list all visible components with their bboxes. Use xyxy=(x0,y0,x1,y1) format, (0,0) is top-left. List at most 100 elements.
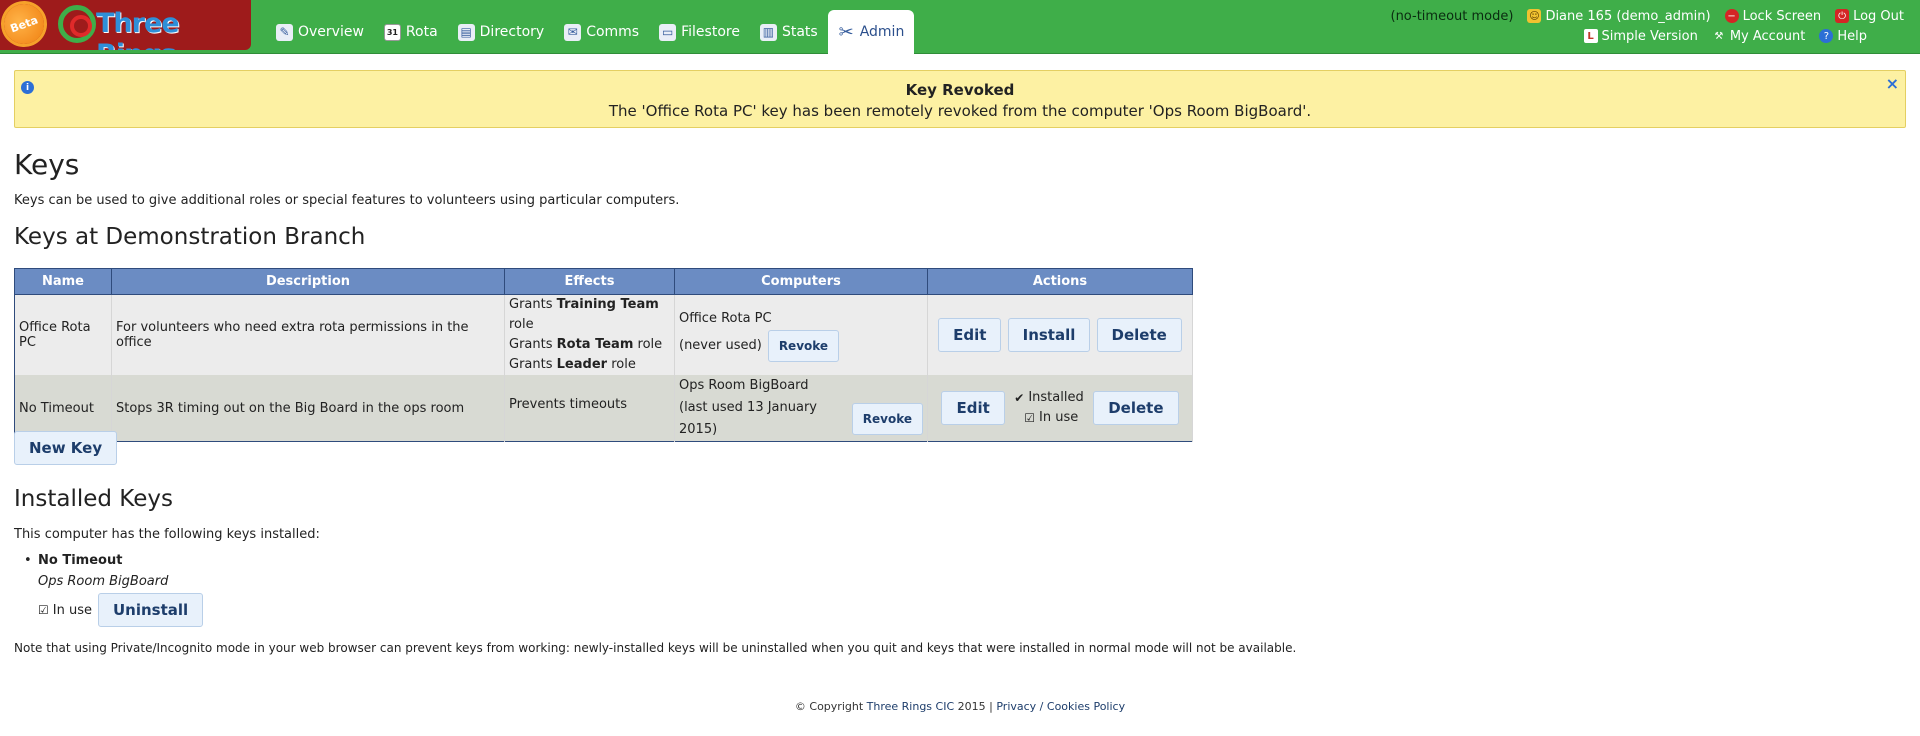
column-header: Description xyxy=(111,268,505,295)
effect-line: Grants Training Team role xyxy=(509,297,659,332)
tab-directory[interactable]: ▤ Directory xyxy=(448,10,555,54)
key-actions: Edit ✔ Installed ☑ In use Delete xyxy=(927,375,1193,442)
tick-icon: ✔ xyxy=(1014,391,1025,405)
copyright-text: © Copyright xyxy=(794,700,864,713)
tab-label: Overview xyxy=(298,24,364,40)
user-name: Diane 165 (demo_admin) xyxy=(1545,8,1711,24)
rings-icon xyxy=(58,5,96,43)
help-link[interactable]: ? Help xyxy=(1819,29,1867,44)
computer-usage: (last used 13 January 2015) xyxy=(679,400,818,437)
page-intro: Keys can be used to give additional role… xyxy=(14,193,680,208)
installed-keys-list: • No Timeout Ops Room BigBoard ☑ In use … xyxy=(24,553,204,627)
computer-usage: (never used) xyxy=(679,338,762,353)
branch-heading: Keys at Demonstration Branch xyxy=(14,224,366,250)
flash-title: Key Revoked xyxy=(905,81,1015,99)
power-icon: ⏻ xyxy=(1835,9,1850,23)
help-icon: ? xyxy=(1819,29,1834,43)
tab-label: Filestore xyxy=(681,24,740,40)
simple-version-link[interactable]: L Simple Version xyxy=(1583,29,1698,44)
installed-key-name: No Timeout xyxy=(38,553,123,568)
edit-button[interactable]: Edit xyxy=(938,318,1002,352)
comms-icon: ✉ xyxy=(564,23,582,41)
tab-overview[interactable]: ✎ Overview xyxy=(266,10,374,54)
delete-button[interactable]: Delete xyxy=(1096,318,1182,352)
help-label: Help xyxy=(1837,28,1867,44)
lock-icon: − xyxy=(1724,9,1739,23)
key-computers: Ops Room BigBoard (last used 13 January … xyxy=(674,375,928,442)
bullet-icon: • xyxy=(24,553,32,568)
checkbox-checked-icon: ☑ xyxy=(38,603,49,617)
flash-text: The 'Office Rota PC' key has been remote… xyxy=(608,102,1312,120)
simple-version-icon: L xyxy=(1583,29,1598,43)
directory-icon: ▤ xyxy=(457,23,475,41)
effect-line: Grants Leader role xyxy=(509,357,636,372)
privacy-link[interactable]: Privacy / Cookies Policy xyxy=(996,700,1125,713)
flash-message: i × Key Revoked The 'Office Rota PC' key… xyxy=(14,70,1906,128)
key-actions: Edit Install Delete xyxy=(927,294,1193,375)
install-status: ✔ Installed ☑ In use xyxy=(1014,388,1083,428)
tools-icon: ✂ xyxy=(838,21,854,43)
column-header: Effects xyxy=(504,268,675,295)
revoke-button[interactable]: Revoke xyxy=(851,403,923,435)
installed-keys-intro: This computer has the following keys ins… xyxy=(14,527,320,542)
info-icon: i xyxy=(21,81,34,94)
tab-stats[interactable]: ▥ Stats xyxy=(750,10,828,54)
tab-admin[interactable]: ✂ Admin xyxy=(827,10,915,54)
key-effects: Grants Training Team role Grants Rota Te… xyxy=(504,294,675,375)
computer-name: Ops Room BigBoard xyxy=(679,378,809,393)
installed-key-computer: Ops Room BigBoard xyxy=(38,574,169,589)
three-rings-logo[interactable]: Beta Three Rings xyxy=(0,0,251,50)
install-button[interactable]: Install xyxy=(1007,318,1091,352)
tab-rota[interactable]: 31 Rota xyxy=(374,10,448,54)
key-description: Stops 3R timing out on the Big Board in … xyxy=(111,375,505,442)
computer-name: Office Rota PC xyxy=(679,311,772,326)
table-row: Office Rota PC For volunteers who need e… xyxy=(14,294,1193,375)
new-key-wrapper: New Key xyxy=(14,431,118,465)
private-mode-note: Note that using Private/Incognito mode i… xyxy=(14,641,1297,655)
edit-button[interactable]: Edit xyxy=(941,391,1005,425)
log-out-link[interactable]: ⏻ Log Out xyxy=(1835,9,1904,24)
key-description: For volunteers who need extra rota permi… xyxy=(111,294,505,375)
beta-badge: Beta xyxy=(0,0,50,50)
folder-icon: ▭ xyxy=(659,23,677,41)
in-use-label: In use xyxy=(52,602,92,618)
revoke-button[interactable]: Revoke xyxy=(767,330,840,362)
column-header: Name xyxy=(14,268,112,295)
tab-label: Stats xyxy=(781,24,818,40)
tab-label: Admin xyxy=(859,24,905,40)
uninstall-button[interactable]: Uninstall xyxy=(97,593,204,627)
tab-label: Comms xyxy=(586,24,640,40)
key-effects: Prevents timeouts xyxy=(504,375,675,442)
overview-icon: ✎ xyxy=(276,23,293,41)
keys-table: Name Description Effects Computers Actio… xyxy=(14,268,1193,442)
installed-keys-heading: Installed Keys xyxy=(14,486,173,512)
top-bar: Beta Three Rings ✎ Overview 31 Rota ▤ Di… xyxy=(0,0,1920,54)
my-account-label: My Account xyxy=(1729,28,1806,44)
stats-icon: ▥ xyxy=(759,23,777,41)
tab-filestore[interactable]: ▭ Filestore xyxy=(649,10,750,54)
in-use-label: In use xyxy=(1039,410,1079,425)
effect-line: Grants Rota Team role xyxy=(509,337,663,352)
footer-separator: | xyxy=(989,700,993,713)
column-header: Computers xyxy=(674,268,928,295)
my-account-link[interactable]: ⚒ My Account xyxy=(1712,28,1806,44)
page-title: Keys xyxy=(14,148,80,181)
installed-label: Installed xyxy=(1028,390,1084,405)
new-key-button[interactable]: New Key xyxy=(14,431,118,465)
log-out-label: Log Out xyxy=(1853,8,1904,24)
footer: © Copyright Three Rings CIC 2015 | Priva… xyxy=(0,700,1920,713)
delete-button[interactable]: Delete xyxy=(1093,391,1179,425)
org-link[interactable]: Three Rings CIC xyxy=(867,700,955,713)
main-nav: ✎ Overview 31 Rota ▤ Directory ✉ Comms ▭… xyxy=(266,10,915,54)
lock-screen-label: Lock Screen xyxy=(1742,8,1822,24)
user-name-link[interactable]: ☺ Diane 165 (demo_admin) xyxy=(1527,8,1711,24)
table-row: No Timeout Stops 3R timing out on the Bi… xyxy=(14,375,1193,442)
tab-comms[interactable]: ✉ Comms xyxy=(554,10,649,54)
list-item: • No Timeout Ops Room BigBoard ☑ In use … xyxy=(24,553,204,627)
user-icon: ☺ xyxy=(1527,9,1542,23)
close-icon[interactable]: × xyxy=(1886,74,1899,93)
key-name: Office Rota PC xyxy=(14,294,112,375)
checkbox-checked-icon: ☑ xyxy=(1024,411,1036,425)
key-computers: Office Rota PC (never used) Revoke xyxy=(674,294,928,375)
lock-screen-link[interactable]: − Lock Screen xyxy=(1724,8,1822,24)
